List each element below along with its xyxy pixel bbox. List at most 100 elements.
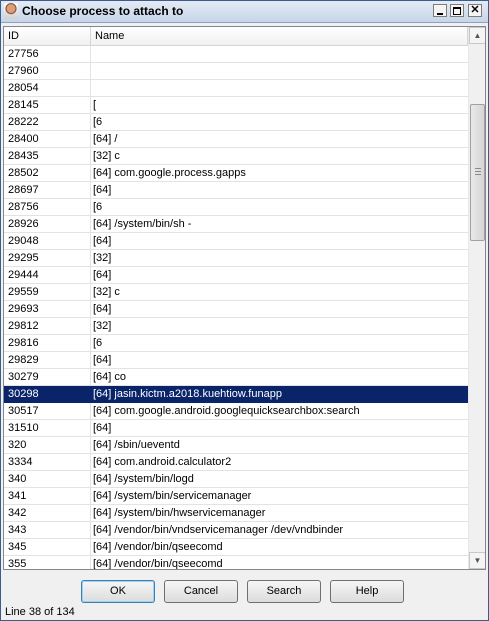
process-name-cell: [64] / [93, 133, 118, 145]
table-row[interactable]: 29693 [64] [4, 301, 468, 318]
column-divider [90, 182, 91, 198]
table-row[interactable]: 28697 [64] [4, 182, 468, 199]
column-divider [90, 199, 91, 215]
column-divider [90, 318, 91, 334]
process-name-cell: [6 [93, 116, 103, 128]
table-row[interactable]: 342 [64] /system/bin/hwservicemanager [4, 505, 468, 522]
table-row[interactable]: 355 [64] /vendor/bin/qseecomd [4, 556, 468, 570]
search-button[interactable]: Search [247, 580, 321, 603]
status-line: Line 38 of 134 [5, 606, 75, 618]
arrow-up-icon: ▲ [473, 31, 482, 40]
scrollbar-thumb[interactable] [470, 104, 485, 241]
table-row[interactable]: 28756 [6 [4, 199, 468, 216]
process-name-cell: [32] [93, 252, 112, 264]
close-button[interactable]: ✕ [468, 4, 482, 17]
close-icon: ✕ [470, 4, 480, 16]
table-row[interactable]: 28222 [6 [4, 114, 468, 131]
column-divider [90, 369, 91, 385]
table-row[interactable]: 29816 [6 [4, 335, 468, 352]
table-row[interactable]: 29048 [64] [4, 233, 468, 250]
table-row[interactable]: 27756 [4, 46, 468, 63]
column-divider [90, 301, 91, 317]
column-divider [90, 97, 91, 113]
cancel-button[interactable]: Cancel [164, 580, 238, 603]
ok-button[interactable]: OK [81, 580, 155, 603]
table-row[interactable]: 28926 [64] /system/bin/sh - [4, 216, 468, 233]
minimize-icon [437, 13, 443, 15]
table-row[interactable]: 29295 [32] [4, 250, 468, 267]
column-divider [90, 420, 91, 436]
process-name-cell: [64] /vendor/bin/qseecomd [93, 558, 223, 570]
maximize-button[interactable] [450, 4, 464, 17]
column-header-id[interactable]: ID [4, 27, 91, 45]
process-id-cell: 28435 [8, 150, 39, 162]
grip-line [475, 171, 481, 172]
process-id-cell: 30517 [8, 405, 39, 417]
process-id-cell: 31510 [8, 422, 39, 434]
process-name-cell: [64] [93, 184, 112, 196]
process-id-cell: 29444 [8, 269, 39, 281]
column-divider [90, 284, 91, 300]
attach-dialog: Choose process to attach to ✕ ID Name 27… [0, 0, 489, 621]
table-row[interactable]: 28435 [32] c [4, 148, 468, 165]
column-divider [90, 148, 91, 164]
table-row[interactable]: 29444 [64] [4, 267, 468, 284]
table-row[interactable]: 320 [64] /sbin/ueventd [4, 437, 468, 454]
table-row[interactable]: 28502 [64] com.google.process.gapps [4, 165, 468, 182]
process-id-cell: 29693 [8, 303, 39, 315]
process-id-cell: 28400 [8, 133, 39, 145]
grip-line [475, 174, 481, 175]
table-row[interactable]: 28054 [4, 80, 468, 97]
scroll-up-button[interactable]: ▲ [469, 27, 485, 44]
minimize-button[interactable] [433, 4, 447, 17]
table-row[interactable]: 30517 [64] com.google.android.googlequick… [4, 403, 468, 420]
table-row[interactable]: 29812 [32] [4, 318, 468, 335]
window-title: Choose process to attach to [22, 4, 184, 18]
table-row[interactable]: 28400 [64] / [4, 131, 468, 148]
table-row[interactable]: 29559 [32] c [4, 284, 468, 301]
process-id-cell: 30298 [8, 388, 39, 400]
process-name-cell: [6 [93, 201, 103, 213]
table-row[interactable]: 31510 [64] [4, 420, 468, 437]
process-id-cell: 342 [8, 507, 27, 519]
process-name-cell: [64] /system/bin/logd [93, 473, 194, 485]
title-bar[interactable]: Choose process to attach to ✕ [1, 1, 488, 23]
process-name-cell: [64] /system/bin/hwservicemanager [93, 507, 266, 519]
table-row[interactable]: 343 [64] /vendor/bin/vndservicemanager /d… [4, 522, 468, 539]
process-name-cell: [64] /system/bin/sh - [93, 218, 192, 230]
process-name-cell: [64] [93, 354, 112, 366]
column-divider [90, 80, 91, 96]
column-divider [90, 63, 91, 79]
process-name-cell: [64] /sbin/ueventd [93, 439, 180, 451]
help-button[interactable]: Help [330, 580, 404, 603]
process-id-cell: 28054 [8, 82, 39, 94]
process-id-cell: 29559 [8, 286, 39, 298]
vertical-scrollbar[interactable]: ▲ ▼ [468, 27, 485, 569]
process-id-cell: 29295 [8, 252, 39, 264]
table-row[interactable]: 29829 [64] [4, 352, 468, 369]
column-divider [90, 522, 91, 538]
table-row[interactable]: 3334 [64] com.android.calculator2 [4, 454, 468, 471]
column-divider [90, 471, 91, 487]
table-row[interactable]: 27960 [4, 63, 468, 80]
column-divider [90, 46, 91, 62]
process-name-cell: [64] [93, 269, 112, 281]
scroll-down-button[interactable]: ▼ [469, 552, 485, 569]
column-divider [90, 352, 91, 368]
table-row[interactable]: 28145 [ [4, 97, 468, 114]
table-row[interactable]: 341 [64] /system/bin/servicemanager [4, 488, 468, 505]
column-header-name[interactable]: Name [91, 27, 468, 45]
process-name-cell: [64] /vendor/bin/qseecomd [93, 541, 223, 553]
process-id-cell: 30279 [8, 371, 39, 383]
table-row[interactable]: 30298 [64] jasin.kictm.a2018.kuehtiow.fun… [4, 386, 468, 403]
column-divider [90, 454, 91, 470]
process-list[interactable]: ID Name 27756 27960 28054 28145 [28222 [6 2840… [3, 26, 486, 570]
column-divider [90, 403, 91, 419]
process-id-cell: 345 [8, 541, 27, 553]
table-row[interactable]: 340 [64] /system/bin/logd [4, 471, 468, 488]
column-divider [90, 267, 91, 283]
column-divider [90, 556, 91, 569]
arrow-down-icon: ▼ [473, 556, 482, 565]
table-row[interactable]: 30279 [64] co [4, 369, 468, 386]
table-row[interactable]: 345 [64] /vendor/bin/qseecomd [4, 539, 468, 556]
